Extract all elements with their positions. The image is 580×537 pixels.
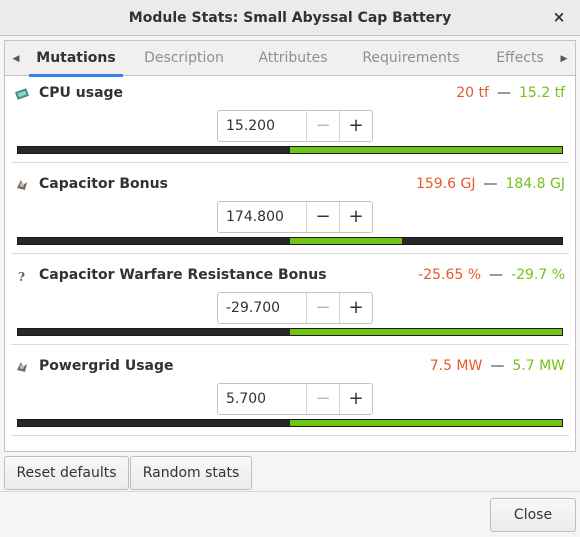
row-divider	[11, 162, 569, 163]
mutation-range: 159.6 GJ — 184.8 GJ	[416, 176, 565, 192]
range-dash: —	[490, 358, 505, 374]
mutation-level-bar[interactable]	[17, 237, 563, 245]
decrement-button[interactable]: −	[306, 202, 339, 232]
title-bar: Module Stats: Small Abyssal Cap Battery …	[0, 0, 580, 36]
tab-mutations[interactable]: Mutations	[29, 41, 123, 77]
mutation-row-capacitor-bonus: Capacitor Bonus 159.6 GJ — 184.8 GJ 174.80…	[11, 170, 569, 261]
value-spinner[interactable]: 5.700 − +	[217, 383, 373, 415]
range-min: 159.6 GJ	[415, 176, 476, 192]
range-dash: —	[496, 85, 511, 101]
row-divider	[11, 253, 569, 254]
mutation-label: Capacitor Warfare Resistance Bonus	[39, 267, 327, 283]
row-divider	[11, 435, 569, 436]
cpu-icon	[15, 88, 29, 100]
value-input[interactable]: 5.700	[218, 384, 306, 414]
increment-button[interactable]: +	[339, 293, 372, 323]
mutation-level-fill	[290, 238, 402, 244]
mutation-level-fill	[290, 147, 562, 153]
capacitor-icon	[17, 180, 27, 190]
increment-button[interactable]: +	[339, 384, 372, 414]
mutation-range: 20 tf — 15.2 tf	[456, 85, 565, 101]
mutation-level-fill	[290, 329, 562, 335]
range-max: 15.2 tf	[518, 85, 565, 101]
tab-attributes[interactable]: Attributes	[253, 41, 333, 76]
value-input[interactable]: 15.200	[218, 111, 306, 141]
value-spinner[interactable]: 174.800 − +	[217, 201, 373, 233]
value-spinner[interactable]: -29.700 − +	[217, 292, 373, 324]
reset-defaults-button[interactable]: Reset defaults	[4, 456, 129, 490]
svg-text:?: ?	[18, 270, 25, 283]
mutation-label: Powergrid Usage	[39, 358, 174, 374]
tab-description[interactable]: Description	[139, 41, 229, 76]
close-button[interactable]: Close	[490, 498, 576, 532]
range-min: 20 tf	[456, 85, 489, 101]
powergrid-icon	[17, 362, 27, 372]
scroll-tabs-left-icon[interactable]: ◀	[7, 41, 25, 76]
mutation-row-capacitor-warfare: ? Capacitor Warfare Resistance Bonus -25…	[11, 261, 569, 352]
window-close-icon[interactable]: ×	[550, 8, 568, 26]
window-title: Module Stats: Small Abyssal Cap Battery	[128, 9, 452, 26]
footer-divider	[0, 491, 580, 492]
mutation-row-powergrid: Powergrid Usage 7.5 MW — 5.7 MW 5.700 − +	[11, 352, 569, 443]
decrement-button[interactable]: −	[306, 111, 339, 141]
mutation-level-bar[interactable]	[17, 328, 563, 336]
range-max: -29.7 %	[511, 267, 565, 283]
increment-button[interactable]: +	[339, 111, 372, 141]
increment-button[interactable]: +	[339, 202, 372, 232]
row-divider	[11, 344, 569, 345]
mutation-range: -25.65 % — -29.7 %	[418, 267, 565, 283]
range-max: 5.7 MW	[512, 358, 565, 374]
question-icon: ?	[18, 270, 25, 283]
mutation-level-bar[interactable]	[17, 146, 563, 154]
mutation-label: CPU usage	[39, 85, 124, 101]
scroll-tabs-right-icon[interactable]: ▶	[555, 41, 573, 76]
range-min: 7.5 MW	[429, 358, 483, 374]
value-input[interactable]: 174.800	[218, 202, 306, 232]
range-min: -25.65 %	[418, 267, 482, 283]
mutation-range: 7.5 MW — 5.7 MW	[430, 358, 565, 374]
decrement-button[interactable]: −	[306, 293, 339, 323]
mutation-level-bar[interactable]	[17, 419, 563, 427]
mutation-row-cpu: CPU usage 20 tf — 15.2 tf 15.200 − +	[11, 79, 569, 170]
random-stats-button[interactable]: Random stats	[130, 456, 252, 490]
tab-effects[interactable]: Effects	[489, 41, 551, 76]
value-spinner[interactable]: 15.200 − +	[217, 110, 373, 142]
mutation-level-fill	[290, 420, 562, 426]
tab-requirements[interactable]: Requirements	[359, 41, 463, 76]
stats-notebook: ◀ Mutations Description Attributes Requi…	[4, 40, 576, 452]
mutation-label: Capacitor Bonus	[39, 176, 168, 192]
decrement-button[interactable]: −	[306, 384, 339, 414]
range-dash: —	[489, 267, 504, 283]
range-max: 184.8 GJ	[505, 176, 565, 192]
tab-strip: ◀ Mutations Description Attributes Requi…	[5, 41, 575, 77]
range-dash: —	[483, 176, 498, 192]
value-input[interactable]: -29.700	[218, 293, 306, 323]
